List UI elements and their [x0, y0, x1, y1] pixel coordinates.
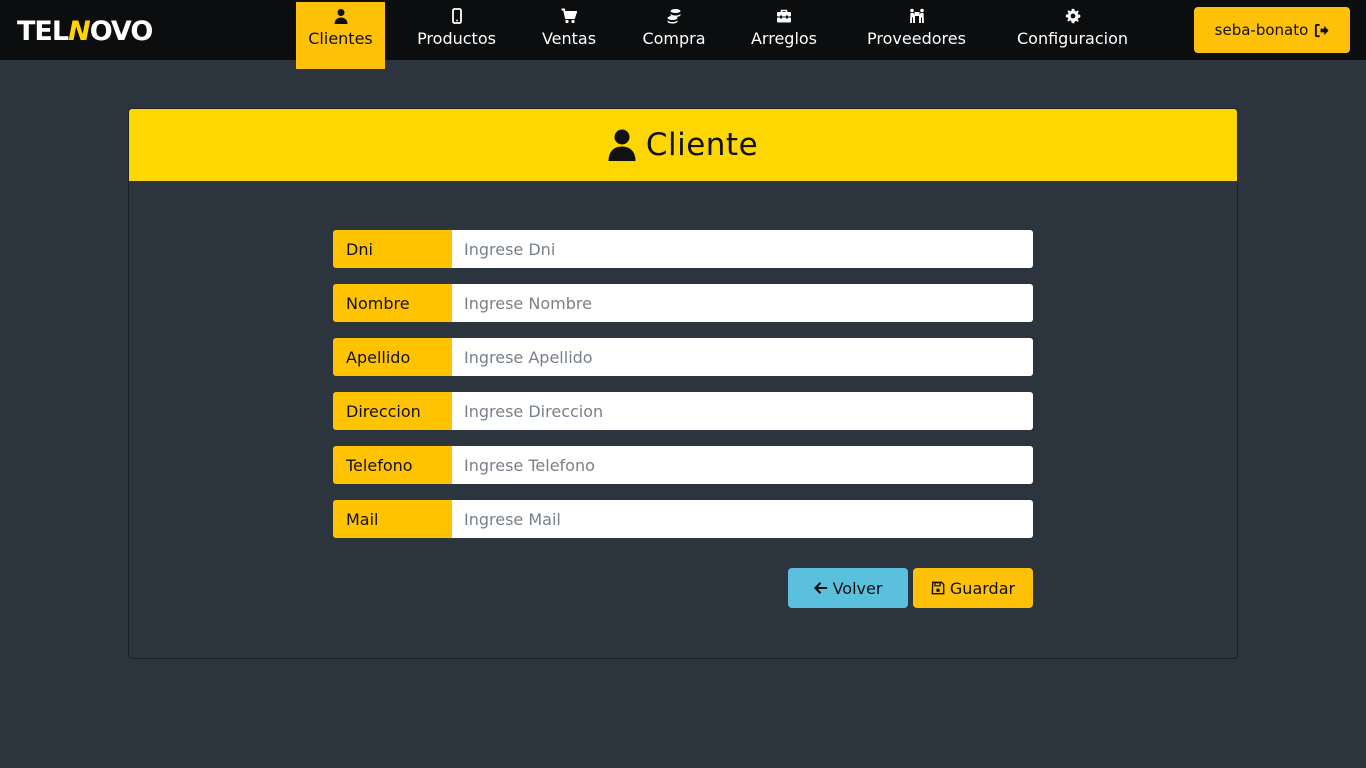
telefono-input[interactable]: [452, 446, 1033, 484]
telnovo-logo[interactable]: TEL N OVO: [17, 14, 154, 48]
cart-icon: [561, 8, 577, 24]
nav-item-label: Compra: [642, 29, 706, 48]
nav-item-label: Clientes: [308, 29, 373, 48]
arrow-left-icon: [813, 582, 827, 594]
apellido-field: Apellido: [333, 338, 1033, 376]
guardar-button[interactable]: Guardar: [913, 568, 1033, 608]
logo-text-accent: N: [68, 15, 91, 47]
nav-item-configuracion[interactable]: Configuracion: [1009, 2, 1136, 69]
volver-button[interactable]: Volver: [788, 568, 908, 608]
dni-field: Dni: [333, 230, 1033, 268]
nombre-input[interactable]: [452, 284, 1033, 322]
guardar-label: Guardar: [949, 578, 1016, 598]
volver-label: Volver: [832, 578, 883, 598]
nav-item-label: Configuracion: [1016, 29, 1129, 48]
logo-text-left: TEL: [17, 15, 69, 47]
mail-field: Mail: [333, 500, 1033, 538]
save-icon: [931, 581, 945, 595]
apellido-input[interactable]: [452, 338, 1033, 376]
cliente-card: Cliente Dni Nombre Apellido Direccion Te…: [128, 108, 1238, 659]
telefono-field: Telefono: [333, 446, 1033, 484]
dni-input[interactable]: [452, 230, 1033, 268]
gear-icon: [1065, 8, 1080, 24]
toolbox-icon: [777, 9, 791, 23]
direccion-label: Direccion: [333, 392, 452, 430]
sign-out-icon: [1315, 23, 1329, 37]
dni-label: Dni: [333, 230, 452, 268]
mobile-icon: [451, 8, 462, 24]
user-icon: [608, 129, 636, 161]
top-navbar: TEL N OVO Clientes Productos Ventas Compra…: [0, 0, 1366, 69]
user-icon: [334, 9, 347, 24]
people-carry-icon: [909, 8, 924, 23]
nav-item-proveedores[interactable]: Proveedores: [859, 2, 974, 69]
mail-label: Mail: [333, 500, 452, 538]
nav-item-arreglos[interactable]: Arreglos: [745, 2, 823, 69]
nav-item-compra[interactable]: Compra: [637, 2, 711, 69]
nombre-label: Nombre: [333, 284, 452, 322]
direccion-input[interactable]: [452, 392, 1033, 430]
nav-item-productos[interactable]: Productos: [410, 2, 503, 69]
logout-button[interactable]: seba-bonato: [1194, 7, 1350, 53]
nombre-field: Nombre: [333, 284, 1033, 322]
nav-item-ventas[interactable]: Ventas: [536, 2, 602, 69]
mail-input[interactable]: [452, 500, 1033, 538]
logo-text-right: OVO: [89, 15, 154, 47]
direccion-field: Direccion: [333, 392, 1033, 430]
card-header: Cliente: [129, 109, 1237, 181]
telefono-label: Telefono: [333, 446, 452, 484]
apellido-label: Apellido: [333, 338, 452, 376]
nav-item-clientes[interactable]: Clientes: [296, 2, 385, 69]
nav-item-label: Proveedores: [867, 29, 966, 48]
nav-item-label: Ventas: [541, 29, 597, 48]
coins-icon: [667, 9, 681, 24]
username-label: seba-bonato: [1214, 21, 1309, 39]
nav-item-label: Arreglos: [750, 29, 818, 48]
nav-item-label: Productos: [417, 29, 496, 48]
page-title: Cliente: [645, 127, 759, 163]
